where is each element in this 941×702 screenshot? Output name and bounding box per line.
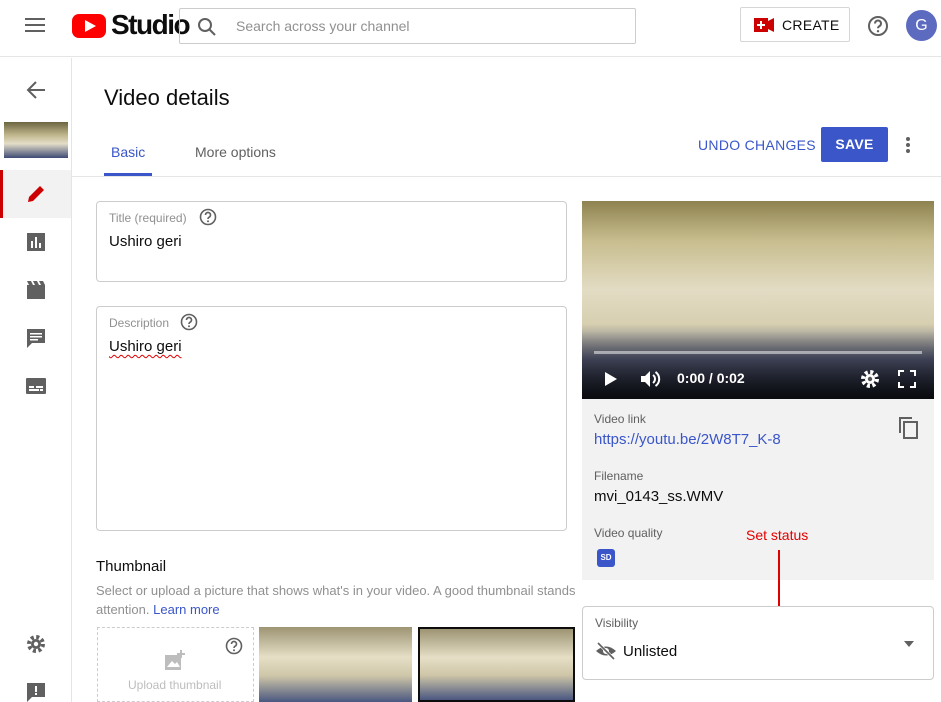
set-status-annotation: Set status — [746, 527, 809, 543]
annotation-arrow-line — [778, 550, 780, 612]
filename-label: Filename — [594, 469, 644, 483]
video-quality-label: Video quality — [594, 526, 663, 540]
search-input[interactable]: Search across your channel — [236, 18, 410, 34]
title-input[interactable]: Ushiro geri — [109, 233, 182, 250]
undo-changes-button[interactable]: UNDO CHANGES — [698, 137, 816, 153]
title-field-label: Title (required) — [109, 211, 187, 225]
upload-thumbnail-label: Upload thumbnail — [128, 678, 222, 692]
eye-off-icon — [596, 642, 616, 660]
tab-more-options[interactable]: More options — [195, 144, 276, 160]
description-field[interactable]: Description Ushiro geri — [96, 306, 567, 531]
video-player[interactable]: 0:00 / 0:02 — [582, 201, 934, 399]
description-input[interactable]: Ushiro geri — [109, 338, 182, 355]
thumbnail-option-1[interactable] — [259, 627, 412, 702]
fullscreen-icon[interactable] — [898, 370, 916, 388]
filename-value: mvi_0143_ss.WMV — [594, 488, 724, 505]
video-info-panel: Video link https://youtu.be/2W8T7_K-8 Fi… — [582, 399, 934, 580]
dropdown-arrow-icon — [904, 641, 914, 647]
tab-basic[interactable]: Basic — [111, 144, 145, 160]
copy-icon[interactable] — [899, 417, 919, 439]
menu-icon[interactable] — [25, 17, 47, 33]
settings-icon[interactable] — [860, 369, 880, 389]
tabs-divider — [72, 176, 941, 177]
add-photo-icon — [165, 650, 185, 670]
visibility-value: Unlisted — [623, 643, 678, 660]
thumbnail-option-2-selected[interactable] — [418, 627, 575, 702]
play-icon[interactable] — [604, 371, 618, 387]
help-icon[interactable] — [225, 637, 243, 655]
subtitles-icon[interactable] — [26, 377, 46, 395]
video-progress-bar[interactable] — [594, 351, 922, 354]
youtube-logo-icon[interactable] — [72, 14, 106, 38]
title-field[interactable]: Title (required) Ushiro geri — [96, 201, 567, 282]
top-bar: Studio Search across your channel CREATE… — [0, 0, 941, 57]
volume-icon[interactable] — [640, 369, 662, 389]
video-controls-shade — [582, 331, 934, 399]
description-field-label: Description — [109, 316, 170, 330]
thumbnail-heading: Thumbnail — [96, 558, 167, 575]
help-icon[interactable] — [867, 15, 889, 37]
sidebar-active-indicator — [0, 170, 3, 218]
create-button-label: CREATE — [782, 17, 840, 33]
visibility-label: Visibility — [595, 616, 639, 630]
more-vert-icon[interactable] — [904, 136, 912, 154]
video-link-label: Video link — [594, 412, 646, 426]
help-icon[interactable] — [199, 208, 217, 226]
studio-logo-text[interactable]: Studio — [111, 9, 191, 41]
editor-icon[interactable] — [26, 280, 46, 300]
feedback-icon[interactable] — [26, 682, 46, 702]
visibility-dropdown[interactable]: Visibility Unlisted — [582, 606, 934, 680]
video-thumbnail-small[interactable] — [4, 122, 68, 158]
thumbnail-description-line: Select or upload a picture that shows wh… — [96, 583, 576, 598]
comments-icon[interactable] — [26, 328, 46, 348]
help-icon[interactable] — [180, 313, 198, 331]
analytics-icon[interactable] — [26, 232, 46, 252]
thumbnail-description-end: attention. — [96, 602, 150, 617]
learn-more-link[interactable]: Learn more — [153, 602, 219, 617]
video-link[interactable]: https://youtu.be/2W8T7_K-8 — [594, 431, 781, 448]
save-button[interactable]: SAVE — [821, 127, 888, 162]
back-arrow-icon[interactable] — [26, 80, 46, 100]
thumbnail-description-line2: attention. Learn more — [96, 600, 576, 619]
sd-quality-badge: SD — [597, 549, 615, 567]
gear-icon[interactable] — [26, 634, 46, 654]
avatar[interactable]: G — [906, 10, 937, 41]
search-icon — [198, 18, 216, 36]
page-title: Video details — [104, 85, 230, 110]
search-box[interactable]: Search across your channel — [179, 8, 636, 44]
create-button[interactable]: CREATE — [740, 7, 850, 42]
video-time: 0:00 / 0:02 — [677, 370, 745, 386]
pencil-icon[interactable] — [26, 184, 46, 204]
thumbnail-description: Select or upload a picture that shows wh… — [96, 581, 576, 619]
upload-thumbnail-button[interactable]: Upload thumbnail — [97, 627, 254, 702]
add-video-icon — [754, 18, 774, 32]
